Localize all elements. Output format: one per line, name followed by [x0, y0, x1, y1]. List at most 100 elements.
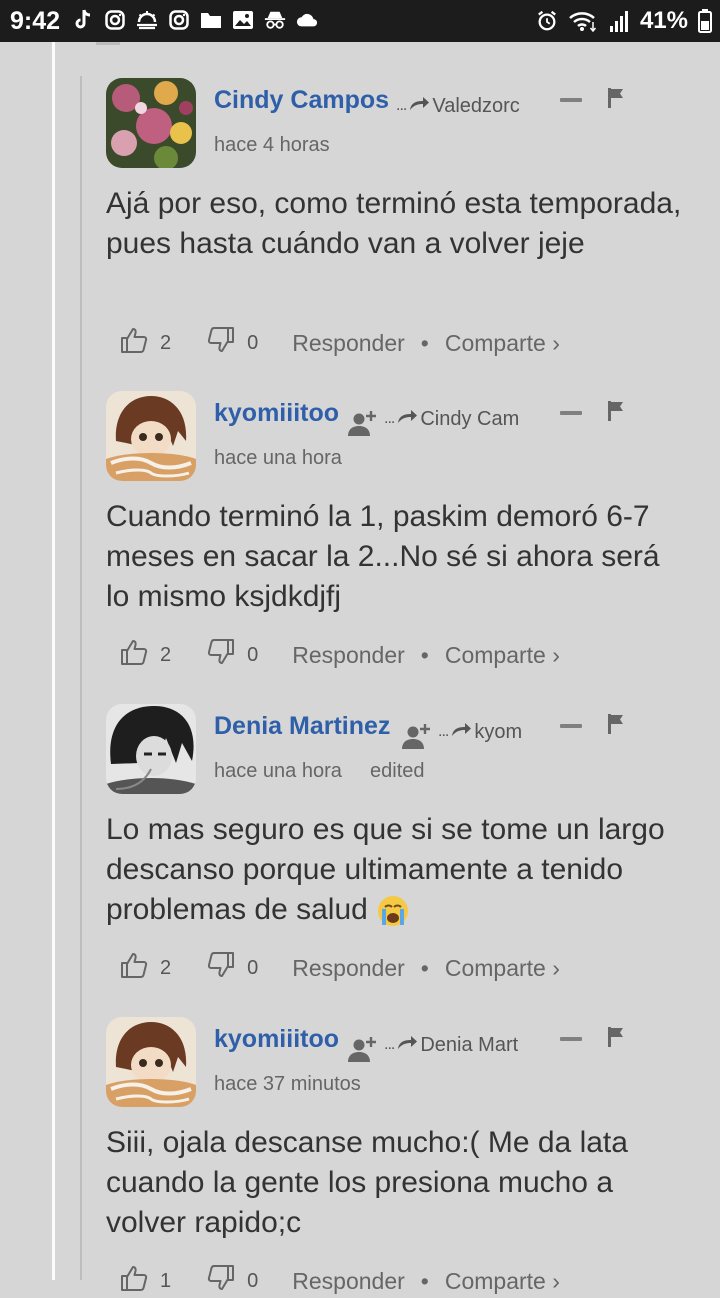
follow-user-icon[interactable] — [348, 409, 378, 437]
edited-label: edited — [370, 760, 425, 782]
folder-icon — [200, 9, 222, 31]
comment-body: Lo mas seguro es que si se tome un largo… — [106, 810, 686, 930]
flag-icon[interactable] — [608, 88, 624, 108]
instagram-icon — [168, 9, 190, 31]
cloud-icon — [296, 9, 318, 31]
thumbs-up-icon — [120, 638, 148, 672]
upvote-button[interactable]: 2 — [120, 326, 171, 360]
comment-body: Siii, ojala descanse mucho:( Me da lata … — [106, 1126, 628, 1239]
avatar[interactable] — [106, 704, 196, 794]
downvote-button[interactable]: 0 — [207, 638, 258, 672]
separator: • — [420, 641, 429, 668]
timestamp[interactable]: hace 37 minutos — [214, 1073, 361, 1096]
reply-arrow-icon — [408, 94, 430, 118]
weather-icon — [136, 9, 158, 31]
comment-actions: 2 0 Responder • Comparte › — [120, 951, 560, 985]
notification-icons — [72, 9, 318, 31]
battery-percentage: 41% — [639, 7, 688, 34]
thumbs-up-icon — [120, 326, 148, 360]
reply-to-name: Cindy Cam — [420, 407, 520, 430]
timestamp[interactable]: hace una hora — [214, 760, 342, 783]
comment-body: Ajá por eso, como terminó esta temporada… — [106, 187, 682, 260]
avatar[interactable] — [106, 1017, 196, 1107]
wifi-icon — [568, 10, 598, 32]
alarm-icon — [536, 10, 558, 32]
reply-arrow-icon — [450, 720, 472, 744]
thumbs-down-icon — [207, 326, 235, 360]
upvote-button[interactable]: 1 — [120, 1264, 171, 1298]
reply-to-name: Denia Mart — [420, 1033, 519, 1056]
author-name[interactable]: kyomiiitoo — [214, 1025, 339, 1054]
ellipsis: ... — [438, 723, 449, 740]
status-bar: 9:42 41% — [0, 0, 720, 42]
share-button[interactable]: Comparte › — [445, 955, 560, 982]
tiktok-icon — [72, 9, 94, 31]
avatar[interactable] — [106, 78, 196, 168]
reply-to-name: kyom — [474, 720, 523, 743]
battery-icon — [698, 9, 712, 33]
thumbs-up-icon — [120, 1264, 148, 1298]
timestamp[interactable]: hace 4 horas — [214, 134, 330, 157]
flag-icon[interactable] — [608, 1027, 624, 1047]
instagram-icon — [104, 9, 126, 31]
thumbs-up-icon — [120, 951, 148, 985]
comment-actions: 2 0 Responder • Comparte › — [120, 326, 560, 360]
downvote-count: 0 — [247, 643, 259, 666]
collapse-button[interactable] — [560, 98, 582, 102]
upvote-count: 2 — [160, 956, 172, 979]
reply-to[interactable]: ... Denia Mart — [384, 1033, 524, 1057]
comment: kyomiiitoo ... Cindy Cam hace una hora C… — [106, 391, 706, 681]
author-name[interactable]: Cindy Campos — [214, 86, 389, 115]
author-name[interactable]: kyomiiitoo — [214, 399, 339, 428]
collapse-button[interactable] — [560, 411, 582, 415]
reply-button[interactable]: Responder — [292, 1268, 405, 1295]
reply-button[interactable]: Responder — [292, 330, 405, 357]
thumbs-down-icon — [207, 638, 235, 672]
thread-line-nested — [80, 76, 82, 1280]
signal-icon — [608, 10, 630, 32]
status-time: 9:42 — [10, 7, 61, 35]
follow-user-icon[interactable] — [348, 1035, 378, 1063]
ellipsis: ... — [384, 410, 395, 427]
reply-button[interactable]: Responder — [292, 955, 405, 982]
thread-connector — [96, 42, 120, 45]
comment-actions: 1 0 Responder • Comparte › — [120, 1264, 560, 1298]
upvote-button[interactable]: 2 — [120, 951, 171, 985]
timestamp[interactable]: hace una hora — [214, 447, 342, 470]
flag-icon[interactable] — [608, 714, 624, 734]
ellipsis: ... — [396, 97, 407, 114]
reply-button[interactable]: Responder — [292, 642, 405, 669]
avatar[interactable] — [106, 391, 196, 481]
flag-icon[interactable] — [608, 401, 624, 421]
reply-to[interactable]: ... Valedzorc — [396, 94, 524, 118]
share-button[interactable]: Comparte › — [445, 642, 560, 669]
comment-actions: 2 0 Responder • Comparte › — [120, 638, 560, 672]
reply-arrow-icon — [396, 407, 418, 431]
upvote-count: 1 — [160, 1269, 172, 1292]
ellipsis: ... — [384, 1036, 395, 1053]
reply-to[interactable]: ... kyom — [438, 720, 524, 744]
reply-to[interactable]: ... Cindy Cam — [384, 407, 524, 431]
collapse-button[interactable] — [560, 724, 582, 728]
thread-line — [52, 42, 55, 1280]
reply-arrow-icon — [396, 1033, 418, 1057]
separator: • — [420, 1267, 429, 1294]
separator: • — [420, 329, 429, 356]
downvote-count: 0 — [247, 956, 259, 979]
upvote-count: 2 — [160, 643, 172, 666]
follow-user-icon[interactable] — [402, 722, 432, 750]
downvote-button[interactable]: 0 — [207, 951, 258, 985]
downvote-button[interactable]: 0 — [207, 1264, 258, 1298]
collapse-button[interactable] — [560, 1037, 582, 1041]
thumbs-down-icon — [207, 951, 235, 985]
upvote-button[interactable]: 2 — [120, 638, 171, 672]
reply-to-name: Valedzorc — [432, 94, 520, 117]
downvote-count: 0 — [247, 1269, 259, 1292]
share-button[interactable]: Comparte › — [445, 1268, 560, 1295]
comment: kyomiiitoo ... Denia Mart hace 37 minuto… — [106, 1017, 706, 1294]
downvote-button[interactable]: 0 — [207, 326, 258, 360]
crying-face-icon — [376, 894, 410, 928]
upvote-count: 2 — [160, 331, 172, 354]
author-name[interactable]: Denia Martinez — [214, 712, 390, 741]
share-button[interactable]: Comparte › — [445, 330, 560, 357]
